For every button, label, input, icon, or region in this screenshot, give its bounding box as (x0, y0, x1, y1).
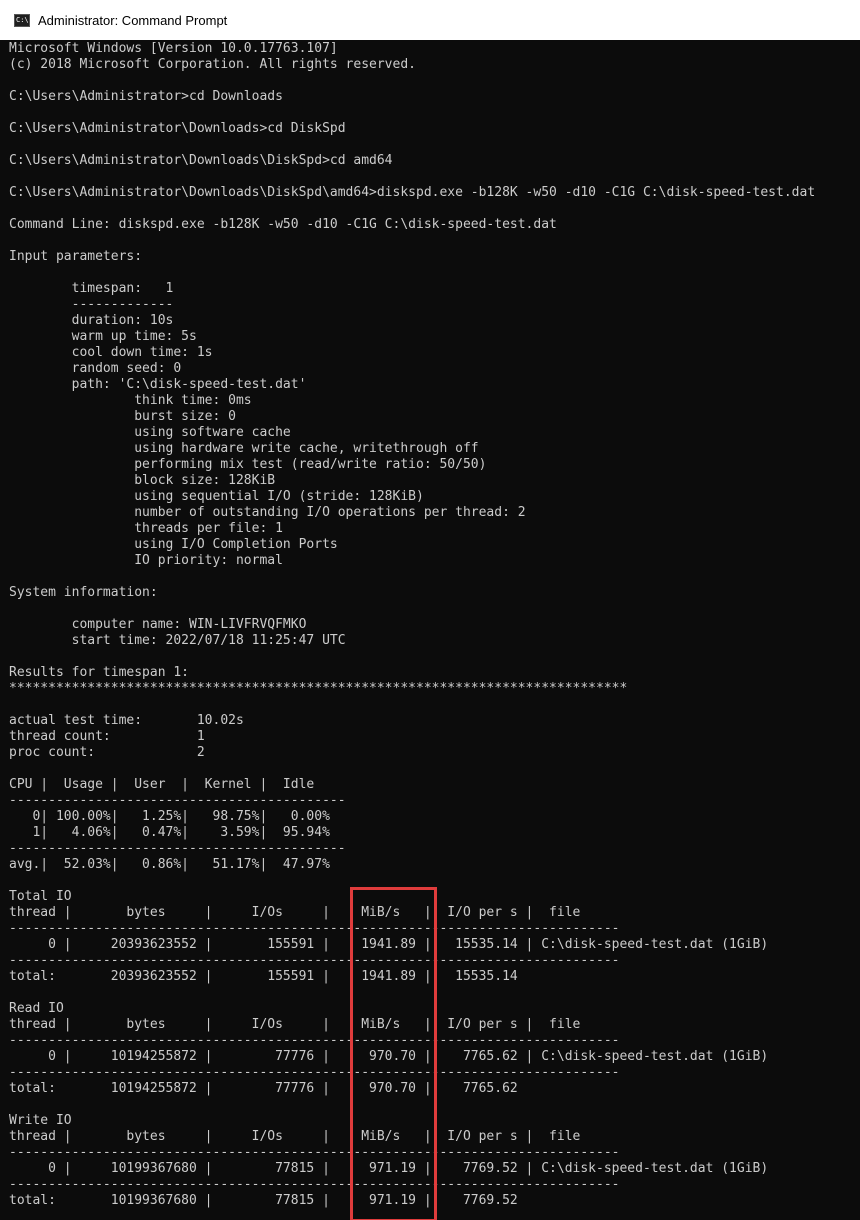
console-line: timespan: 1 (9, 281, 174, 296)
console-line: random seed: 0 (9, 361, 182, 376)
console-line: think time: 0ms (9, 393, 252, 408)
console-line: actual test time: 10.02s (9, 713, 244, 728)
console-line: threads per file: 1 (9, 521, 283, 536)
console-line: ----------------------------------------… (9, 1177, 620, 1192)
console-line: ----------------------------------------… (9, 1145, 620, 1160)
console-line: total: 10194255872 | 77776 | 970.70 | 77… (9, 1081, 518, 1096)
console-line: block size: 128KiB (9, 473, 276, 488)
console-line: 0 | 10199367680 | 77815 | 971.19 | 7769.… (9, 1161, 769, 1176)
console-output[interactable]: Microsoft Windows [Version 10.0.17763.10… (9, 41, 854, 1220)
console-line: ----------------------------------------… (9, 1065, 620, 1080)
cmd-icon: C:\ (14, 13, 30, 27)
window-title: Administrator: Command Prompt (38, 12, 228, 28)
console-line: IO priority: normal (9, 553, 283, 568)
console-line: Write IO (9, 1113, 72, 1128)
console-line: thread count: 1 (9, 729, 205, 744)
console-line: computer name: WIN-LIVFRVQFMKO (9, 617, 307, 632)
console-line: C:\Users\Administrator>cd Downloads (9, 89, 283, 104)
console-line: 0 | 20393623552 | 155591 | 1941.89 | 155… (9, 937, 769, 952)
console-line: warm up time: 5s (9, 329, 197, 344)
console-line: total: 10199367680 | 77815 | 971.19 | 77… (9, 1193, 518, 1208)
console-line: Microsoft Windows [Version 10.0.17763.10… (9, 41, 338, 56)
console-line: 0 | 10194255872 | 77776 | 970.70 | 7765.… (9, 1049, 769, 1064)
console-line: ----------------------------------------… (9, 953, 620, 968)
console-line: ****************************************… (9, 681, 628, 696)
console-line: number of outstanding I/O operations per… (9, 505, 526, 520)
console-line: path: 'C:\disk-speed-test.dat' (9, 377, 307, 392)
console-line: ----------------------------------------… (9, 841, 346, 856)
console-line: ------------- (9, 297, 174, 312)
console-line: thread | bytes | I/Os | MiB/s | I/O per … (9, 905, 581, 920)
console-line: using hardware write cache, writethrough… (9, 441, 479, 456)
console-line: System information: (9, 585, 158, 600)
console-line: burst size: 0 (9, 409, 236, 424)
command-prompt-window: C:\ Administrator: Command Prompt Micros… (0, 0, 860, 1220)
console-line: ----------------------------------------… (9, 793, 346, 808)
console-line: start time: 2022/07/18 11:25:47 UTC (9, 633, 346, 648)
console-line: ----------------------------------------… (9, 921, 620, 936)
console-line: C:\Users\Administrator\Downloads\DiskSpd… (9, 185, 816, 200)
console-line: avg.| 52.03%| 0.86%| 51.17%| 47.97% (9, 857, 330, 872)
console-line: duration: 10s (9, 313, 174, 328)
console-line: ----------------------------------------… (9, 1033, 620, 1048)
console-line: CPU | Usage | User | Kernel | Idle (9, 777, 315, 792)
console-line: Read IO (9, 1001, 64, 1016)
console-line: C:\Users\Administrator\Downloads\DiskSpd… (9, 153, 393, 168)
console-line: C:\Users\Administrator\Downloads>cd Disk… (9, 121, 346, 136)
console-line: Total IO (9, 889, 72, 904)
console-line: Command Line: diskspd.exe -b128K -w50 -d… (9, 217, 557, 232)
console-line: using sequential I/O (stride: 128KiB) (9, 489, 424, 504)
console-line: proc count: 2 (9, 745, 205, 760)
console-line: using software cache (9, 425, 291, 440)
console-line: total: 20393623552 | 155591 | 1941.89 | … (9, 969, 518, 984)
console-line: Input parameters: (9, 249, 143, 264)
console-line: using I/O Completion Ports (9, 537, 338, 552)
console-line: thread | bytes | I/Os | MiB/s | I/O per … (9, 1129, 581, 1144)
console-line: performing mix test (read/write ratio: 5… (9, 457, 487, 472)
console-line: thread | bytes | I/Os | MiB/s | I/O per … (9, 1017, 581, 1032)
console-line: 0| 100.00%| 1.25%| 98.75%| 0.00% (9, 809, 330, 824)
console-line: Results for timespan 1: (9, 665, 190, 680)
console-line: cool down time: 1s (9, 345, 213, 360)
console-line: 1| 4.06%| 0.47%| 3.59%| 95.94% (9, 825, 330, 840)
title-bar[interactable]: C:\ Administrator: Command Prompt (0, 0, 860, 40)
console-line: (c) 2018 Microsoft Corporation. All righ… (9, 57, 416, 72)
